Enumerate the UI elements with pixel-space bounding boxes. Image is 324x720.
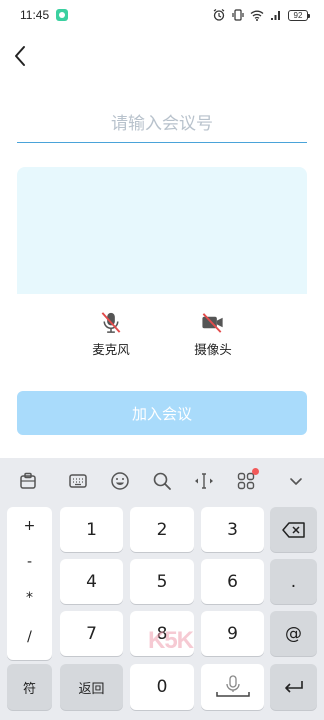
watermark-logo: K5K	[148, 627, 194, 654]
mic-label: 麦克风	[92, 342, 130, 357]
space-key[interactable]	[201, 664, 264, 710]
notification-dot	[252, 468, 259, 475]
keyboard-switch-button[interactable]	[65, 468, 91, 494]
space-mic-icon	[215, 675, 250, 697]
symbol-column: + - * /	[7, 507, 52, 660]
status-time: 11:45	[20, 8, 50, 22]
camera-toggle[interactable]: 摄像头	[183, 310, 243, 358]
symbol-key-slash[interactable]: /	[7, 620, 52, 654]
symbol-key-plus[interactable]: +	[7, 509, 52, 543]
keyboard-icon	[69, 474, 87, 488]
key-0[interactable]: 0	[130, 664, 194, 710]
symbol-key-asterisk[interactable]: *	[7, 581, 52, 615]
clipboard-button[interactable]	[15, 468, 41, 494]
emoji-button[interactable]	[107, 468, 133, 494]
vibrate-icon	[232, 9, 244, 21]
key-9[interactable]: 9	[201, 611, 264, 656]
camera-off-icon	[202, 313, 223, 333]
back-button[interactable]	[8, 42, 32, 70]
back-key[interactable]: 返回	[60, 664, 123, 710]
camera-label: 摄像头	[194, 342, 232, 357]
apps-button[interactable]	[233, 468, 259, 494]
mic-toggle[interactable]: 麦克风	[81, 310, 141, 358]
search-icon	[153, 472, 171, 490]
symbol-key-minus[interactable]: -	[7, 545, 52, 579]
chevron-left-icon	[15, 46, 25, 66]
cursor-move-button[interactable]	[191, 468, 217, 494]
mic-off-icon	[101, 312, 121, 333]
key-at[interactable]: @	[270, 611, 317, 656]
key-1[interactable]: 1	[60, 507, 123, 552]
app-notification-icon	[56, 9, 68, 21]
symbols-mode-key[interactable]: 符	[7, 664, 52, 710]
alarm-icon	[213, 9, 225, 21]
battery-icon: 92	[288, 9, 310, 21]
search-button[interactable]	[149, 468, 175, 494]
collapse-icon	[290, 478, 302, 485]
collapse-keyboard-button[interactable]	[283, 468, 309, 494]
key-2[interactable]: 2	[130, 507, 194, 552]
key-6[interactable]: 6	[201, 559, 264, 604]
meeting-number-field	[17, 106, 307, 143]
video-preview	[17, 167, 307, 294]
status-icons: 92	[212, 8, 310, 22]
signal-icon	[271, 11, 280, 20]
join-meeting-button[interactable]: 加入会议	[17, 391, 307, 435]
backspace-key[interactable]	[270, 507, 317, 552]
key-3[interactable]: 3	[201, 507, 264, 552]
wifi-icon	[250, 10, 264, 21]
key-dot[interactable]: .	[270, 559, 317, 604]
key-7[interactable]: 7	[60, 611, 123, 656]
cursor-move-icon	[195, 473, 213, 489]
key-5[interactable]: 5	[130, 559, 194, 604]
numeric-keyboard: + - * / 1 2 3 4 5 6 . 7 8 9 @ 符 返回 0	[0, 458, 324, 720]
backspace-icon	[281, 521, 305, 538]
enter-key[interactable]	[270, 664, 317, 710]
key-4[interactable]: 4	[60, 559, 123, 604]
enter-icon	[284, 681, 303, 693]
keyboard-toolbar	[0, 458, 324, 504]
status-bar: 11:45 92	[0, 0, 324, 30]
emoji-icon	[111, 472, 129, 490]
meeting-number-input[interactable]	[17, 106, 307, 142]
clipboard-icon	[20, 472, 36, 489]
